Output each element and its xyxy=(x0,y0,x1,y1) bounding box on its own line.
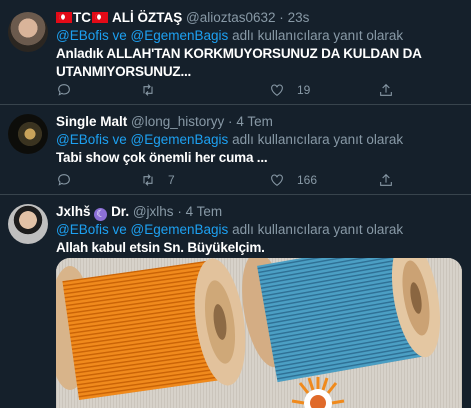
tweet-actions: 7 166 xyxy=(56,170,416,190)
tweet-header: TC ALİ ÖZTAŞ @alioztas0632 · 23s xyxy=(56,9,461,27)
timestamp[interactable]: 4 Tem xyxy=(236,114,273,129)
retweet-icon xyxy=(143,84,153,96)
reply-button[interactable] xyxy=(56,80,84,100)
dot-separator: · xyxy=(228,114,233,129)
display-name-part1[interactable]: Jxlhš xyxy=(56,204,91,219)
timestamp[interactable]: 23s xyxy=(288,10,310,25)
avatar[interactable] xyxy=(8,12,48,52)
share-button[interactable] xyxy=(378,80,394,100)
dot-separator: · xyxy=(279,10,284,25)
reply-context: @EBofis ve @EgemenBagis adlı kullanıcıla… xyxy=(56,221,461,239)
tweet-1[interactable]: TC ALİ ÖZTAŞ @alioztas0632 · 23s @EBofis … xyxy=(0,0,471,105)
retweet-icon xyxy=(143,174,153,186)
avatar[interactable] xyxy=(8,114,48,154)
thread-spools-illustration xyxy=(56,258,462,408)
tweet-actions: 19 xyxy=(56,80,416,100)
reply-button[interactable] xyxy=(56,170,84,190)
share-icon xyxy=(380,83,392,96)
mention-link[interactable]: @EBofis xyxy=(56,222,109,237)
tweet-header: Single Malt @long_historyy · 4 Tem xyxy=(56,113,461,131)
turkish-flag-icon xyxy=(92,12,108,23)
like-button[interactable]: 19 xyxy=(269,80,310,100)
tweet-text-line: UTANMIYORSUNUZ... xyxy=(56,64,192,79)
retweet-count: 7 xyxy=(168,173,175,187)
mention-link[interactable]: @EgemenBagis xyxy=(131,132,229,147)
handle[interactable]: @alioztas0632 xyxy=(186,10,276,25)
tweet-text: Tabi show çok önemli her cuma ... xyxy=(56,150,268,165)
tweet-text-line: Anladık ALLAH'TAN KORKMUYORSUNUZ DA KULD… xyxy=(56,46,422,61)
timestamp[interactable]: 4 Tem xyxy=(186,204,223,219)
reply-icon xyxy=(58,174,70,186)
tweet-text: Anladık ALLAH'TAN KORKMUYORSUNUZ DA KULD… xyxy=(56,45,461,81)
reply-suffix: adlı kullanıcılara yanıt olarak xyxy=(232,222,404,237)
mention-link[interactable]: @EgemenBagis xyxy=(131,222,229,237)
tweet-text: Allah kabul etsin Sn. Büyükelçim. xyxy=(56,240,265,255)
tweet-media-image[interactable] xyxy=(56,258,462,408)
turkish-flag-icon xyxy=(56,12,72,23)
retweet-button[interactable]: 7 xyxy=(140,170,175,190)
prefix: TC xyxy=(73,10,91,25)
reply-suffix: adlı kullanıcılara yanıt olarak xyxy=(232,132,404,147)
reply-context: @EBofis ve @EgemenBagis adlı kullanıcıla… xyxy=(56,27,461,45)
reply-suffix: adlı kullanıcılara yanıt olarak xyxy=(232,28,404,43)
display-name[interactable]: Single Malt xyxy=(56,114,127,129)
retweet-button[interactable] xyxy=(140,80,168,100)
handle[interactable]: @long_historyy xyxy=(131,114,224,129)
crescent-moon-icon: ☾ xyxy=(94,208,108,221)
like-icon xyxy=(271,174,283,186)
mention-link[interactable]: @EBofis xyxy=(56,28,109,43)
mention-link[interactable]: @EgemenBagis xyxy=(131,28,229,43)
share-button[interactable] xyxy=(378,170,394,190)
tweet-header: Jxlhš ☾ Dr. @jxlhs · 4 Tem xyxy=(56,203,461,221)
like-count: 166 xyxy=(297,173,318,187)
reply-connector: ve xyxy=(112,28,127,43)
display-name-part2[interactable]: Dr. xyxy=(111,204,129,219)
avatar[interactable] xyxy=(8,204,48,244)
mention-link[interactable]: @EBofis xyxy=(56,132,109,147)
reply-icon xyxy=(58,84,70,96)
like-count: 19 xyxy=(297,83,311,97)
dot-separator: · xyxy=(177,204,182,219)
reply-connector: ve xyxy=(112,222,127,237)
like-button[interactable]: 166 xyxy=(269,170,317,190)
tweet-2[interactable]: Single Malt @long_historyy · 4 Tem @EBof… xyxy=(0,104,471,195)
display-name[interactable]: ALİ ÖZTAŞ xyxy=(112,10,182,25)
handle[interactable]: @jxlhs xyxy=(133,204,174,219)
like-icon xyxy=(271,84,283,96)
reply-connector: ve xyxy=(112,132,127,147)
reply-context: @EBofis ve @EgemenBagis adlı kullanıcıla… xyxy=(56,131,461,149)
share-icon xyxy=(380,173,392,186)
